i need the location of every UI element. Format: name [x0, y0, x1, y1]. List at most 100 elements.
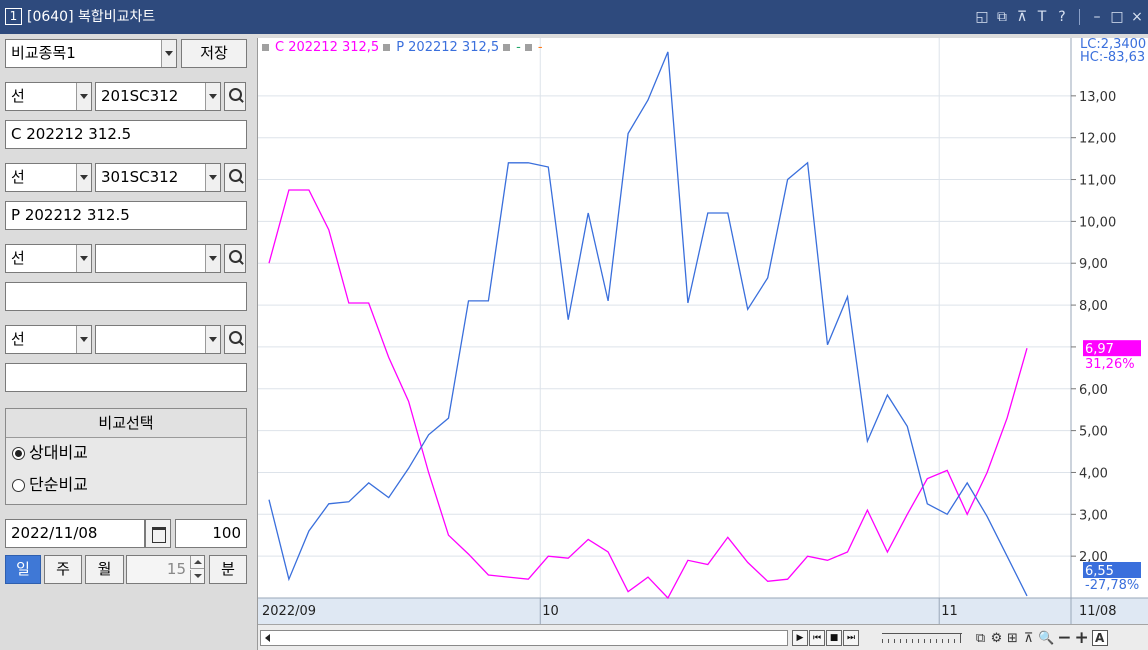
last-icon[interactable]: ⏭ [843, 630, 859, 646]
maximize-icon[interactable]: □ [1110, 9, 1124, 25]
copy-window-icon[interactable]: ⧉ [995, 9, 1009, 25]
chevron-down-icon[interactable] [76, 83, 91, 110]
search-icon[interactable] [224, 82, 246, 111]
legend-swatch [262, 44, 269, 51]
code-input-2[interactable]: 301SC312 [95, 163, 221, 192]
x-tick-label: 11/08 [1079, 604, 1116, 619]
calendar-icon[interactable] [145, 519, 171, 548]
chart-area[interactable]: 2,00 3,00 4,00 5,00 6,00 8,00 9,00 10,00 11,00 12… [257, 38, 1148, 650]
legend-item-3: - [516, 40, 521, 55]
radio-unselected-icon[interactable] [12, 478, 25, 492]
code-input-3[interactable] [95, 244, 221, 273]
chart-scrollbar[interactable]: ▶ ⏮ ■ ⏭ ⧉ ⚙ ⊞ ⊼ 🔍 − + A [258, 624, 1148, 650]
zoom-in-icon[interactable]: + [1074, 628, 1088, 648]
compare-item-select[interactable]: 비교종목1 [5, 39, 177, 68]
line-type-select-4[interactable]: 선 [5, 325, 92, 354]
name-field-2[interactable]: P 202212 312.5 [5, 201, 247, 230]
playback-controls: ▶ ⏮ ■ ⏭ [792, 630, 859, 646]
line-type-select-3[interactable]: 선 [5, 244, 92, 273]
code-input-4[interactable] [95, 325, 221, 354]
window-titlebar: 1 [0640] 복합비교차트 ◱ ⧉ ⊼ T ? – □ × [0, 0, 1148, 34]
lc-hc-readout: LC:2,3400 HC:-83,63 [1080, 38, 1148, 64]
grid-icon[interactable]: ⊞ [1006, 631, 1019, 646]
chevron-down-icon[interactable] [205, 83, 220, 110]
y-tick-label: 10,00 [1079, 215, 1116, 230]
chevron-down-icon[interactable] [205, 326, 220, 353]
play-icon[interactable]: ▶ [792, 630, 808, 646]
stepper-down-icon[interactable] [190, 570, 204, 583]
chart-svg[interactable]: 2,003,004,005,006,008,009,0010,0011,0012… [258, 38, 1148, 624]
pin-icon[interactable]: ⊼ [1022, 631, 1035, 646]
line-type-select-2[interactable]: 선 [5, 163, 92, 192]
line-type-select-1[interactable]: 선 [5, 82, 92, 111]
search-icon[interactable] [224, 163, 246, 192]
count-field[interactable]: 100 [175, 519, 247, 548]
legend-item-4: - [537, 40, 543, 55]
chevron-down-icon[interactable] [161, 40, 176, 67]
minutes-stepper[interactable]: 15 [126, 555, 205, 584]
restore-panel-icon[interactable]: ◱ [975, 9, 989, 25]
name-field-1[interactable]: C 202212 312.5 [5, 120, 247, 149]
y-tick-label: 4,00 [1079, 466, 1108, 481]
pin-icon[interactable]: ⊼ [1015, 9, 1029, 25]
close-icon[interactable]: × [1130, 9, 1144, 25]
line-type-value: 선 [11, 87, 25, 105]
radio-relative-compare[interactable]: 상대비교 [12, 441, 88, 465]
layout-icon[interactable]: ⧉ [974, 631, 987, 646]
speed-slider[interactable] [882, 633, 966, 643]
code-input-1[interactable]: 201SC312 [95, 82, 221, 111]
minutes-button[interactable]: 분 [209, 555, 247, 584]
legend-swatch [383, 44, 391, 51]
zoom-out-icon[interactable]: − [1057, 628, 1071, 648]
search-icon[interactable] [224, 244, 246, 273]
stepper-up-icon[interactable] [190, 556, 204, 569]
x-axis-band [258, 598, 1148, 624]
settings-icon[interactable]: ⚙ [990, 631, 1003, 646]
y-tick-label: 9,00 [1079, 257, 1108, 272]
window-title: [0640] 복합비교차트 [27, 9, 156, 25]
put-last-pct-label: -27,78% [1085, 578, 1139, 593]
line-type-value: 선 [11, 249, 25, 267]
zoom-icon[interactable]: 🔍 [1038, 631, 1054, 646]
text-icon[interactable]: T [1035, 9, 1049, 25]
search-icon[interactable] [224, 325, 246, 354]
x-tick-label: 2022/09 [262, 604, 316, 619]
chevron-down-icon[interactable] [205, 164, 220, 191]
help-icon[interactable]: ? [1055, 9, 1069, 25]
minimize-icon[interactable]: – [1090, 9, 1104, 25]
call-last-pct-label: 31,26% [1085, 357, 1135, 372]
save-button[interactable]: 저장 [181, 39, 247, 68]
radio-simple-compare[interactable]: 단순비교 [12, 473, 88, 497]
radio-selected-icon[interactable] [12, 446, 25, 460]
legend-swatch [524, 44, 532, 51]
titlebar-separator [1079, 9, 1080, 25]
y-tick-label: 13,00 [1079, 90, 1116, 105]
name-field-3[interactable] [5, 282, 247, 311]
name-field-4[interactable] [5, 363, 247, 392]
stop-icon[interactable]: ■ [826, 630, 842, 646]
auto-scale-icon[interactable]: A [1091, 630, 1108, 646]
first-icon[interactable]: ⏮ [809, 630, 825, 646]
x-tick-label: 10 [542, 604, 559, 619]
call-last-value-label: 6,97 [1085, 342, 1114, 357]
minutes-value: 15 [166, 560, 186, 578]
window-number: 1 [5, 8, 22, 25]
chevron-down-icon[interactable] [76, 326, 91, 353]
chart-toolbar: ⧉ ⚙ ⊞ ⊼ 🔍 − + A [974, 628, 1108, 648]
period-day-button[interactable]: 일 [5, 555, 41, 584]
compare-select-group: 비교선택 상대비교 단순비교 [5, 408, 247, 505]
chevron-down-icon[interactable] [76, 245, 91, 272]
chevron-down-icon[interactable] [205, 245, 220, 272]
titlebar-icons: ◱ ⧉ ⊼ T ? – □ × [975, 8, 1144, 26]
horizontal-scroll-track[interactable] [260, 630, 788, 646]
legend-item-call: C 202212 312,5 [275, 40, 380, 55]
legend-swatch [503, 44, 511, 51]
code-value: 301SC312 [101, 168, 179, 186]
period-month-button[interactable]: 월 [85, 555, 124, 584]
date-field[interactable]: 2022/11/08 [5, 519, 145, 548]
y-tick-label: 3,00 [1079, 508, 1108, 523]
chevron-down-icon[interactable] [76, 164, 91, 191]
y-tick-label: 8,00 [1079, 299, 1108, 314]
period-week-button[interactable]: 주 [44, 555, 82, 584]
hc-readout: HC:-83,63 [1080, 50, 1146, 64]
